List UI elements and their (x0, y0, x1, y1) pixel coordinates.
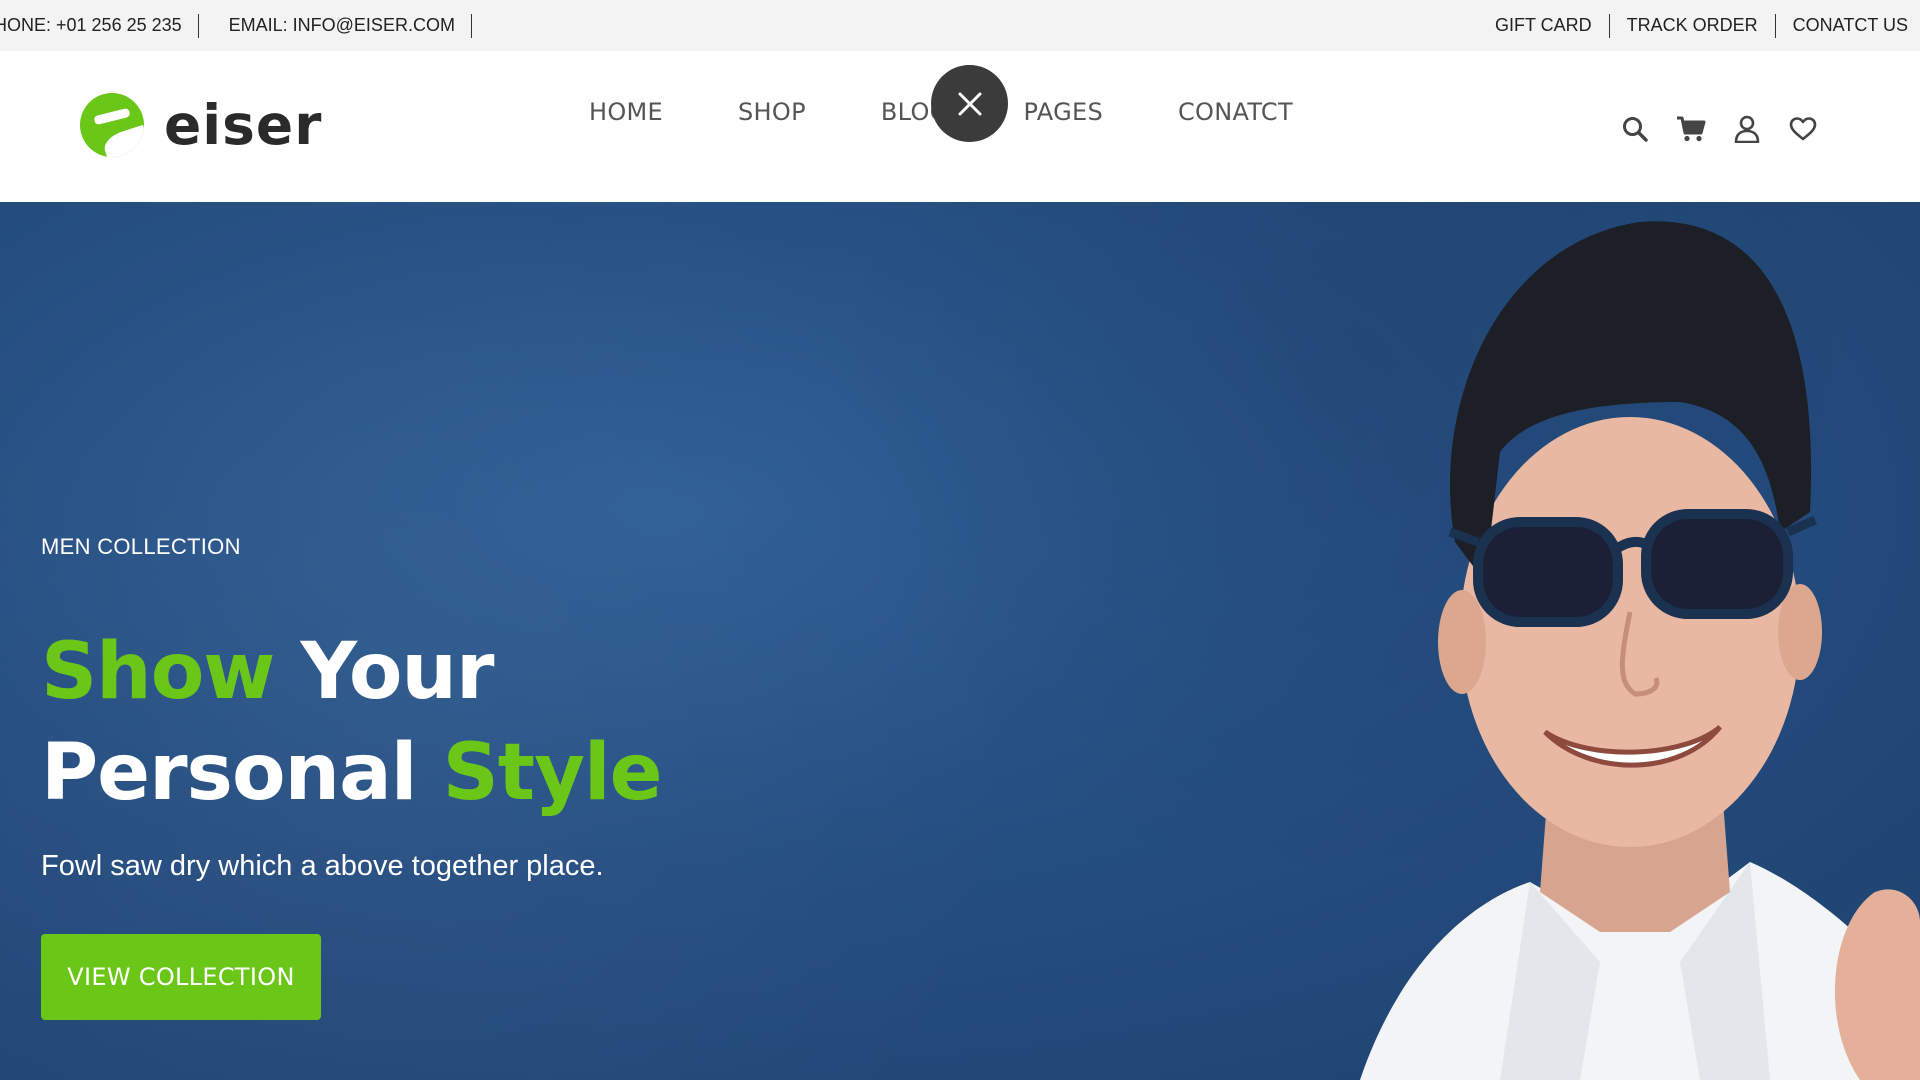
cart-icon (1677, 116, 1706, 142)
top-bar-contact: HONE: +01 256 25 235 EMAIL: INFO@EISER.C… (0, 0, 472, 51)
headline-word-personal: Personal (41, 728, 417, 818)
phone-number[interactable]: HONE: +01 256 25 235 (0, 13, 199, 38)
site-logo[interactable]: eiser (80, 93, 322, 157)
user-icon (1734, 115, 1760, 143)
close-icon (958, 92, 981, 115)
close-button[interactable] (931, 65, 1008, 142)
headline-word-your: Your (300, 627, 495, 717)
top-bar-links: GIFT CARD TRACK ORDER CONATCT US (1478, 0, 1920, 51)
hero-model-image (1360, 221, 1920, 1080)
logo-icon (80, 93, 144, 157)
heart-icon (1789, 117, 1817, 141)
cart-button[interactable] (1676, 114, 1706, 144)
contact-us-link[interactable]: CONATCT US (1776, 14, 1920, 38)
header-actions (1620, 114, 1818, 144)
hero-headline: Show Your Personal Style (41, 622, 663, 824)
site-header: eiser HOME SHOP BLOG PAGES CONATCT (0, 51, 1920, 202)
email-address[interactable]: EMAIL: INFO@EISER.COM (199, 13, 472, 38)
wishlist-button[interactable] (1788, 114, 1818, 144)
top-bar: HONE: +01 256 25 235 EMAIL: INFO@EISER.C… (0, 0, 1920, 51)
search-button[interactable] (1620, 114, 1650, 144)
headline-word-show: Show (41, 627, 275, 717)
logo-text: eiser (164, 92, 323, 157)
hero-banner: MEN COLLECTION Show Your Personal Style … (0, 202, 1920, 1080)
view-collection-button[interactable]: VIEW COLLECTION (41, 934, 321, 1020)
nav-item-pages[interactable]: PAGES (1024, 100, 1103, 124)
search-icon (1623, 117, 1648, 142)
hero-tagline: Fowl saw dry which a above together plac… (41, 850, 604, 882)
hero-content: MEN COLLECTION Show Your Personal Style … (41, 534, 663, 1020)
nav-item-home[interactable]: HOME (589, 100, 663, 124)
headline-word-style: Style (442, 728, 663, 818)
gift-card-link[interactable]: GIFT CARD (1478, 13, 1610, 38)
collection-eyebrow: MEN COLLECTION (41, 534, 241, 559)
nav-item-shop[interactable]: SHOP (738, 100, 806, 124)
account-button[interactable] (1732, 114, 1762, 144)
nav-item-contact[interactable]: CONATCT (1178, 100, 1293, 124)
track-order-link[interactable]: TRACK ORDER (1610, 13, 1776, 38)
